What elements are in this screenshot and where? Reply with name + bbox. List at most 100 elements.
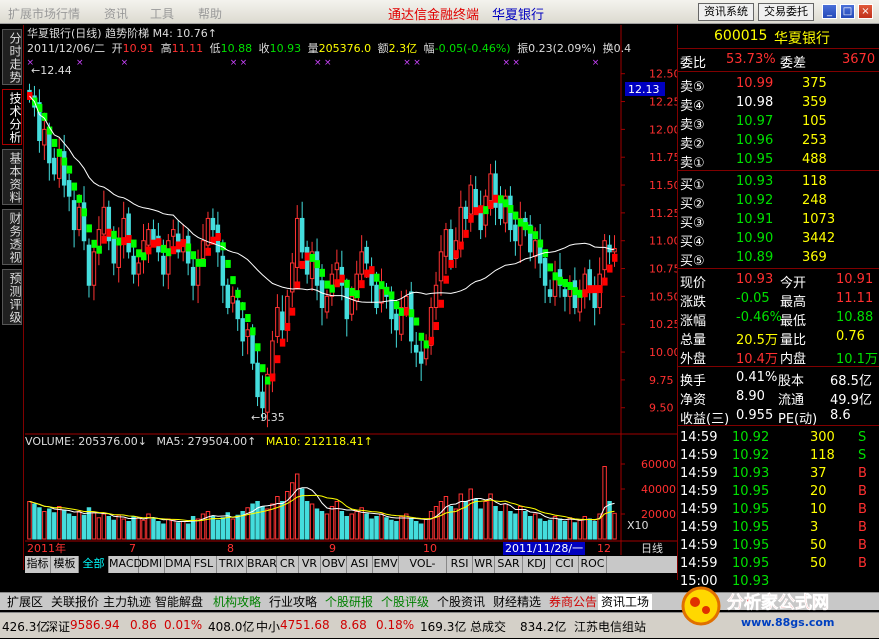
indicator-tab-kdj[interactable]: KDJ	[523, 556, 551, 573]
trend-ladder-step	[81, 208, 87, 217]
indicator-tab-templates[interactable]: 模板	[51, 556, 79, 573]
tab-fundamentals[interactable]: 基本资料	[2, 149, 22, 205]
tick-side: S	[858, 430, 867, 445]
menu-help[interactable]: 帮助	[198, 5, 222, 22]
indicator-tab-cr[interactable]: CR	[277, 556, 299, 573]
menu-tools[interactable]: 工具	[150, 5, 174, 22]
tick-volume: 300	[810, 430, 835, 445]
tab-ratings[interactable]: 预测评级	[2, 269, 22, 325]
quote-panel: 600015 华夏银行 委比 53.73% 委差 3670 卖⑤ 10.99 375…	[677, 25, 879, 589]
indicator-tab-brar[interactable]: BRAR	[247, 556, 277, 573]
bottom-nav-item[interactable]: 关联报价	[48, 594, 102, 610]
indicator-tab-cci[interactable]: CCI	[551, 556, 579, 573]
chart-canvas[interactable]: 12.50 12.25 12.00 11.75 11.50 11.25 11.00 10.75…	[25, 25, 681, 555]
trend-ladder-step	[274, 355, 281, 364]
high-annotation: ←12.44	[31, 64, 72, 77]
trend-ladder-step	[344, 279, 350, 288]
stat-row: 总量 20.5万 量比 0.76	[678, 328, 879, 348]
bottom-nav-item[interactable]: 个股研报	[322, 594, 376, 610]
indicator-tab-roc[interactable]: ROC	[579, 556, 607, 573]
tab-intraday[interactable]: 分时走势	[2, 29, 22, 85]
trend-ladder-step	[522, 222, 529, 231]
tab-financials[interactable]: 财务透视	[2, 209, 22, 265]
stat-value: 10.88	[836, 310, 874, 325]
tick-side: B	[858, 556, 867, 571]
indicator-tab-dma[interactable]: DMA	[165, 556, 191, 573]
signal-marker-icon: ×	[512, 58, 520, 68]
menu-extended-market[interactable]: 扩展市场行情	[8, 5, 80, 22]
status-sz-label: 深证	[46, 620, 71, 634]
candle	[270, 340, 275, 375]
bottom-nav-item[interactable]: 个股评级	[378, 594, 432, 610]
price-tick-label: 10.50	[649, 290, 677, 303]
volume-bar	[374, 516, 379, 540]
x-label-aug: 8	[227, 542, 234, 555]
kline-chart[interactable]: 12.50 12.25 12.00 11.75 11.50 11.25 11.00 10.75…	[25, 25, 681, 555]
bottom-nav-item[interactable]: 智能解盘	[152, 594, 206, 610]
trend-ladder-step	[56, 148, 63, 157]
news-system-button[interactable]: 资讯系统	[698, 3, 754, 21]
candle	[374, 284, 379, 309]
volume-bar	[562, 521, 568, 540]
bottom-nav-item[interactable]: 行业攻略	[266, 594, 320, 610]
trade-button[interactable]: 交易委托	[758, 3, 814, 21]
trend-ladder-step	[572, 287, 578, 296]
indicator-tab-[interactable]: 全部	[79, 556, 109, 573]
bottom-nav-item[interactable]: 扩展区	[4, 594, 46, 610]
bottom-nav-item[interactable]: 券商公告	[546, 594, 600, 610]
signal-marker-icon: ×	[76, 58, 84, 68]
candle	[344, 284, 350, 320]
volume-bar	[508, 511, 513, 540]
volume-bar	[319, 511, 325, 540]
maximize-icon[interactable]: □	[840, 4, 855, 19]
bottom-nav-item[interactable]: 财经精选	[490, 594, 544, 610]
volume-bar	[86, 507, 92, 540]
indicator-tab-macd[interactable]: MACD	[109, 556, 142, 573]
bids-level-label: 买④	[680, 235, 705, 250]
volume-bar	[180, 521, 186, 540]
indicator-tab-obv[interactable]: OBV	[321, 556, 347, 573]
trend-ladder-step	[527, 225, 534, 234]
bottom-nav-item[interactable]: 机构攻略	[210, 594, 264, 610]
bottom-nav-item[interactable]: 资讯工场	[598, 594, 653, 610]
bottom-nav-item[interactable]: 个股资讯	[434, 594, 488, 610]
candle	[547, 289, 553, 297]
ohlc-vol-label: 量	[308, 42, 319, 55]
indicator-tab-fsl[interactable]: FSL	[191, 556, 217, 573]
indicator-tab-indicators[interactable]: 指标	[25, 556, 51, 573]
indicator-tab-sar[interactable]: SAR	[495, 556, 523, 573]
bottom-nav-item[interactable]: 主力轨迹	[100, 594, 154, 610]
bids-level-price: 10.89	[736, 250, 774, 265]
volume-bar	[314, 508, 320, 540]
indicator-tab-emv[interactable]: EMV	[373, 556, 399, 573]
bids-level-volume: 1073	[802, 212, 836, 227]
tick-side: B	[858, 484, 867, 499]
trend-ladder-step	[562, 279, 568, 288]
indicator-tab-trix[interactable]: TRIX	[217, 556, 247, 573]
tab-technical[interactable]: 技术分析	[2, 89, 22, 145]
indicator-tab-vr[interactable]: VR	[299, 556, 321, 573]
volume-bar	[339, 511, 345, 540]
indicator-tab-asi[interactable]: ASI	[347, 556, 373, 573]
bids-level-row: 买④ 10.90 3442	[678, 230, 879, 250]
bids-level-price: 10.93	[736, 174, 774, 189]
trend-ladder-step	[512, 211, 519, 220]
tick-time: 14:59	[680, 502, 718, 517]
indicator-tab-voltdx[interactable]: VOL-TDX	[399, 556, 447, 586]
volume-bar	[438, 501, 444, 540]
close-icon[interactable]: ×	[858, 4, 873, 19]
trend-ladder-step	[339, 274, 345, 283]
stat-label: 总量	[680, 333, 707, 348]
trend-ladder-step	[185, 243, 192, 252]
indicator-tab-wr[interactable]: WR	[473, 556, 495, 573]
trend-ladder-step	[592, 285, 598, 294]
indicator-tab-dmi[interactable]: DMI	[139, 556, 165, 573]
candle	[334, 262, 340, 271]
volume-bar	[409, 518, 414, 540]
volume-bar	[592, 521, 597, 540]
indicator-tab-rsi[interactable]: RSI	[447, 556, 473, 573]
tick-side: B	[858, 520, 867, 535]
minimize-icon[interactable]: _	[822, 4, 837, 19]
menu-news[interactable]: 资讯	[104, 5, 128, 22]
trend-ladder-step	[86, 224, 92, 233]
